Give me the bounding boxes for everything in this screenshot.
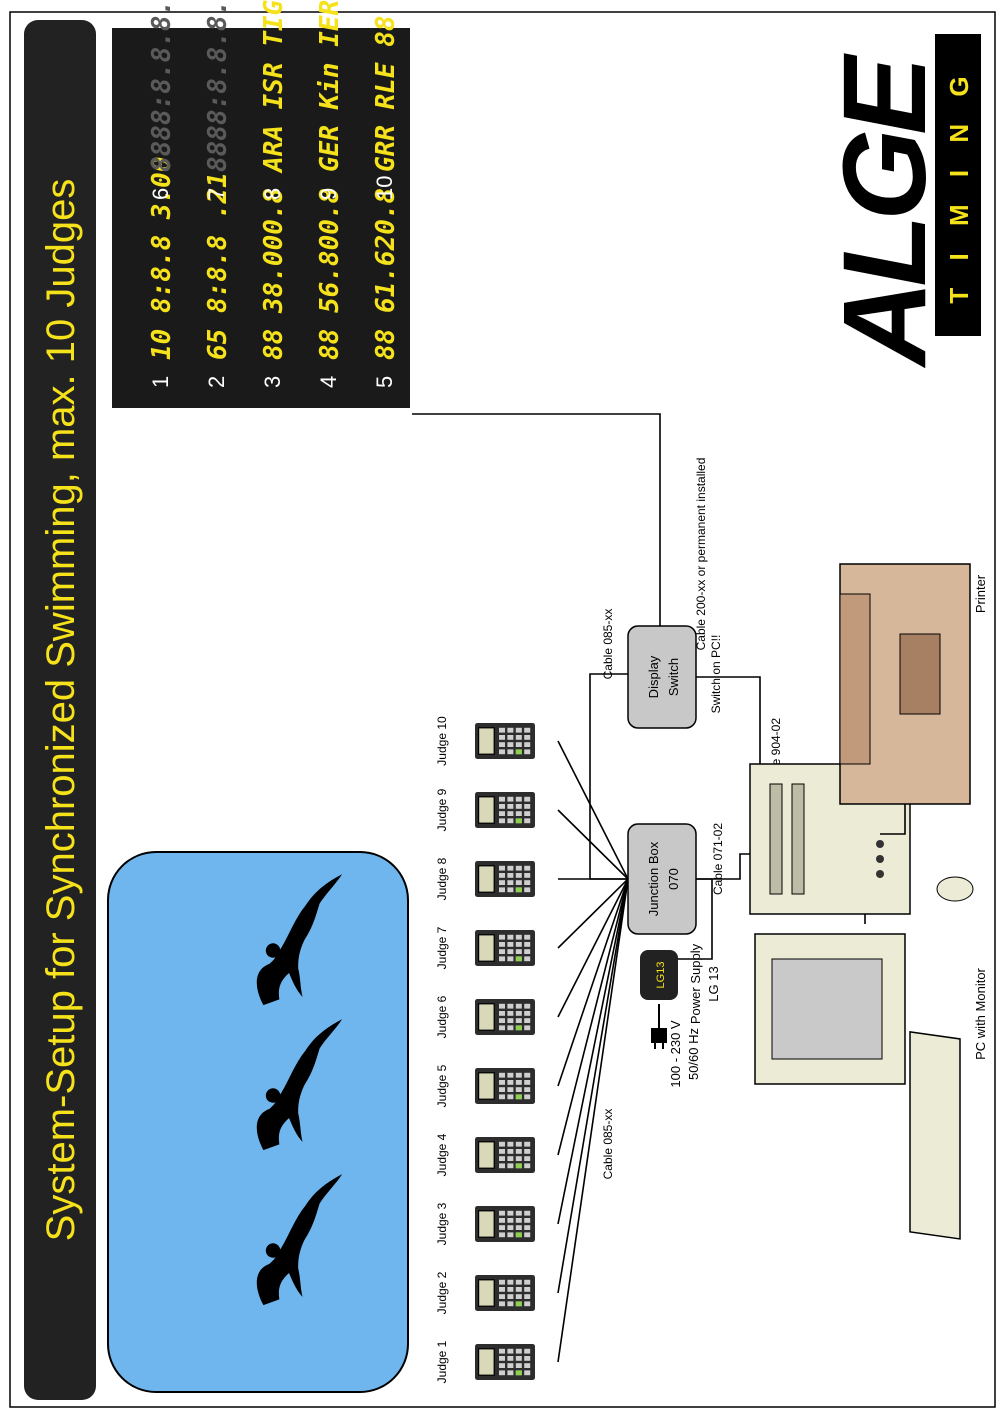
judge-keypad: Judge 3 <box>435 1202 535 1245</box>
logo-sub: T I M I N G <box>944 66 974 303</box>
judge-label: Judge 6 <box>435 995 449 1038</box>
judge-keypad: Judge 2 <box>435 1271 535 1314</box>
judge-label: Judge 1 <box>435 1340 449 1383</box>
display-row-value: 10 8:8.8 3.00 <box>147 157 177 361</box>
display-row-number: 2 <box>204 376 229 388</box>
display-row: 9 GER Kin IER <box>315 0 345 200</box>
display-row-value: 88 56.800.8 <box>315 188 345 360</box>
display-row: 8 ARA ISR TIG <box>259 0 289 200</box>
display-row: 4 88 56.800.8 <box>315 188 345 388</box>
display-row-value: 88 38.000.8 <box>259 188 289 360</box>
printer-label: Printer <box>973 574 988 613</box>
judge-keypad: Judge 6 <box>435 995 535 1038</box>
display-row: 10 GRR RLE 88 <box>371 15 401 200</box>
cable-085-left-label: Cable 085-xx <box>601 1109 615 1180</box>
printer: Printer <box>839 563 988 835</box>
display-row-number: 4 <box>316 376 341 388</box>
alge-logo: ALGE T I M I N G <box>819 34 981 369</box>
page-title: System-Setup for Synchronized Swimming, … <box>39 179 83 1242</box>
display-row-number: 7 <box>204 188 229 200</box>
judge-keypad: Judge 4 <box>435 1133 535 1176</box>
judge-cable <box>557 878 629 1225</box>
judge-cable <box>557 878 629 1156</box>
voltage-label-2: 50/60 Hz <box>686 1028 701 1080</box>
lg13-badge: LG13 <box>655 962 667 989</box>
pc-with-monitor: PC with Monitor <box>749 763 988 1240</box>
judge-label: Judge 10 <box>435 716 449 766</box>
display-row-number: 8 <box>260 188 285 200</box>
display-row-number: 3 <box>260 376 285 388</box>
pc-label: PC with Monitor <box>973 967 988 1059</box>
junction-box-number: 070 <box>666 868 681 890</box>
display-row-value: 88 61.620.8 <box>371 188 401 360</box>
display-switch-label-2: Switch <box>666 658 681 696</box>
display-row-number: 6 <box>148 188 173 200</box>
display-row-value: 8888:8.8.8.8 <box>203 0 233 172</box>
display-row-number: 9 <box>316 188 341 200</box>
switch-on-pc-label: Switch on PC!! <box>709 635 723 714</box>
cable-200-label: Cable 200-xx or permanent installed <box>694 458 708 651</box>
judge-cable <box>557 878 629 1294</box>
system-diagram: System-Setup for Synchronized Swimming, … <box>9 0 996 1408</box>
logo-word: ALGE <box>819 53 951 369</box>
judge-label: Judge 3 <box>435 1202 449 1245</box>
judge-label: Judge 8 <box>435 857 449 900</box>
display-row-number: 10 <box>372 176 397 200</box>
display-row-value: GER Kin IER <box>315 0 345 172</box>
junction-box <box>627 823 697 935</box>
judge-cable <box>557 740 629 880</box>
display-row-number: 5 <box>372 376 397 388</box>
judge-keypad: Judge 9 <box>435 788 535 831</box>
judge-label: Judge 5 <box>435 1064 449 1107</box>
junction-box-label: Junction Box <box>646 841 661 916</box>
keyboard <box>909 1031 961 1240</box>
judge-label: Judge 2 <box>435 1271 449 1314</box>
judge-keypad: Judge 7 <box>435 926 535 969</box>
voltage-label-1: 100 - 230 V <box>668 1020 683 1088</box>
display-switch-label-1: Display <box>646 655 661 698</box>
judge-cable <box>557 809 629 880</box>
display-row-value: 8888:8.8.8.8 <box>147 0 177 172</box>
judge-keypad: Judge 10 <box>435 716 535 766</box>
power-supply-label-2: LG 13 <box>706 966 721 1001</box>
judge-label: Judge 7 <box>435 926 449 969</box>
display-switch <box>627 625 697 729</box>
judge-keypad: Judge 8 <box>435 857 535 900</box>
display-row: 3 88 38.000.8 <box>259 188 289 388</box>
judge-label: Judge 9 <box>435 788 449 831</box>
mouse <box>936 876 974 902</box>
judge-keypad: Judge 1 <box>435 1340 535 1383</box>
display-row-value: ARA ISR TIG <box>259 0 289 174</box>
judge-keypad: Judge 5 <box>435 1064 535 1107</box>
power-supply-label-1: Power Supply <box>688 943 703 1024</box>
cable-071-label: Cable 071-02 <box>711 823 725 895</box>
cable-085-right-label: Cable 085-xx <box>601 609 615 680</box>
display-row: 7 8888:8.8.8.8 <box>203 0 233 200</box>
judge-label: Judge 4 <box>435 1133 449 1176</box>
display-row: 265 8:8.8 .21 <box>203 172 233 388</box>
display-row-number: 1 <box>148 376 173 388</box>
power-plug-icon <box>651 1004 667 1049</box>
judge-cable <box>557 878 629 1363</box>
display-row: 6 8888:8.8.8.8 <box>147 0 177 200</box>
monitor-screen <box>771 958 883 1060</box>
display-row: 5 88 61.620.8 <box>371 188 401 388</box>
display-row-value: GRR RLE 88 <box>371 15 401 172</box>
